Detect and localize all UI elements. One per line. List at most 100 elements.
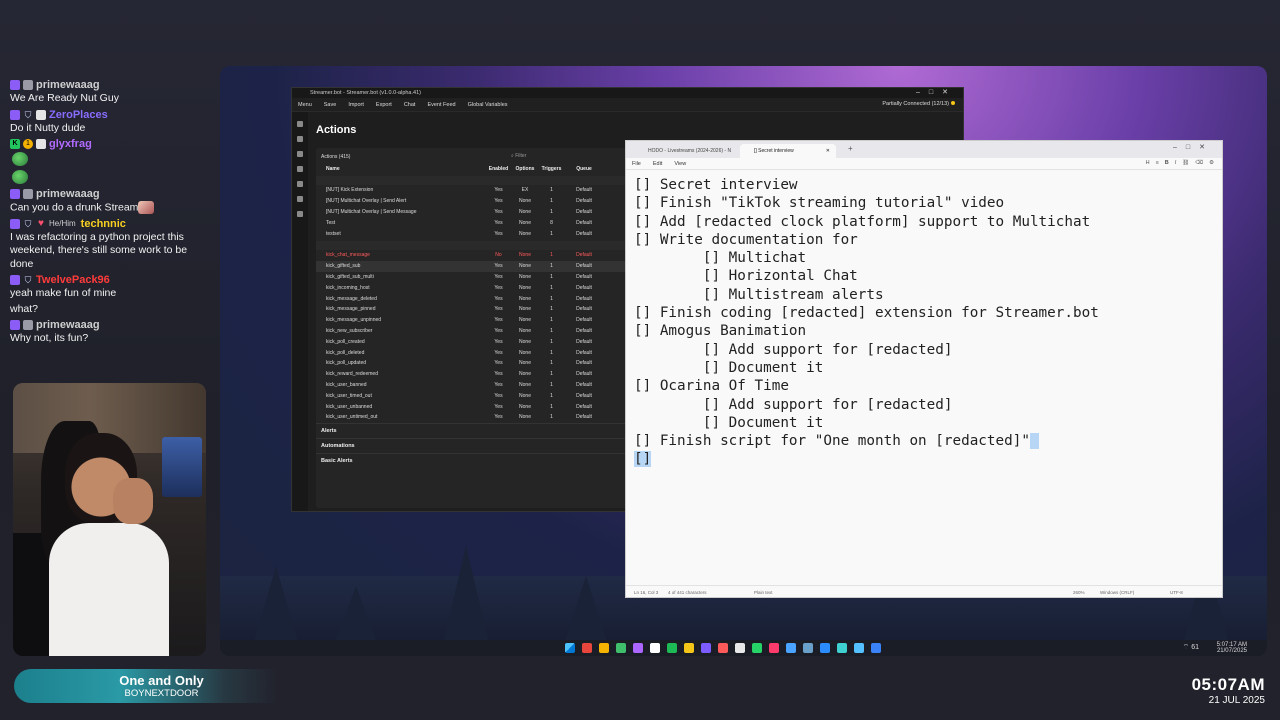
action-enabled: Yes xyxy=(494,381,503,388)
chat-text xyxy=(10,151,210,167)
bold-icon[interactable]: B xyxy=(1165,160,1169,166)
browser-icon[interactable] xyxy=(582,643,592,653)
shield-icon: ⛉ xyxy=(24,218,32,229)
text-line-content: [] Finish "TikTok streaming tutorial" vi… xyxy=(634,195,1005,212)
action-options: None xyxy=(519,403,531,410)
menu-edit[interactable]: Edit xyxy=(653,161,662,167)
menu-file[interactable]: File xyxy=(632,161,641,167)
text-line-content: [] Horizontal Chat xyxy=(634,268,858,285)
toolbar-menu-button[interactable]: Menu xyxy=(298,102,312,108)
app-icon[interactable] xyxy=(837,643,847,653)
heading-icon[interactable]: H xyxy=(1146,160,1150,166)
integrations-icon[interactable] xyxy=(297,181,303,187)
action-name: kick_message_deleted xyxy=(326,295,377,302)
close-tab-icon[interactable]: ✕ xyxy=(826,144,830,158)
tab-livestreams[interactable]: HODO - Livestreams (2024-2026) - N xyxy=(634,144,739,158)
action-triggers: 1 xyxy=(550,327,553,334)
filter-input[interactable]: ⌕ Filter xyxy=(511,153,621,161)
window-controls[interactable]: –□✕ xyxy=(1173,143,1214,151)
platform-badge-icon xyxy=(23,320,33,331)
chat-message: primewaaag Why not, its fun? xyxy=(10,318,210,346)
actions-icon[interactable] xyxy=(297,136,303,142)
app-icon[interactable] xyxy=(650,643,660,653)
col-queue[interactable]: Queue xyxy=(564,166,604,172)
action-enabled: Yes xyxy=(494,263,503,270)
col-name[interactable]: Name xyxy=(326,166,486,172)
text-line: [] Document it xyxy=(634,414,1222,432)
action-enabled: Yes xyxy=(494,306,503,313)
action-enabled: Yes xyxy=(494,392,503,399)
file-explorer-icon[interactable] xyxy=(616,643,626,653)
app-icon[interactable] xyxy=(633,643,643,653)
notes-icon[interactable] xyxy=(684,643,694,653)
action-enabled: Yes xyxy=(494,349,503,356)
window-controls[interactable]: –□✕ xyxy=(916,88,957,98)
action-options: None xyxy=(519,349,531,356)
platforms-icon[interactable] xyxy=(297,166,303,172)
link-icon[interactable]: ⛓ xyxy=(1182,160,1189,166)
pepe-emote-icon xyxy=(12,152,28,166)
platform-badge-icon xyxy=(23,189,33,199)
toolbar-save-button[interactable]: Save xyxy=(324,102,337,108)
action-triggers: 1 xyxy=(550,317,553,324)
toolbar-chat-button[interactable]: Chat xyxy=(404,102,416,108)
text-line: [] Multichat xyxy=(634,249,1222,267)
servers-icon[interactable] xyxy=(297,211,303,217)
action-options: None xyxy=(519,252,531,259)
home-icon[interactable] xyxy=(297,121,303,127)
system-clock[interactable]: 5:07:17 AM 21/07/2025 xyxy=(1217,642,1247,654)
menu-view[interactable]: View xyxy=(674,161,686,167)
vscode-icon[interactable] xyxy=(871,643,881,653)
app-icon[interactable] xyxy=(718,643,728,653)
action-queue: Default xyxy=(576,403,592,410)
app-icon[interactable] xyxy=(820,643,830,653)
text-line-content: [] Add [redacted clock platform] support… xyxy=(634,213,1091,230)
chat-message-header: K 1 glyxfrag xyxy=(10,137,210,151)
app-icon[interactable] xyxy=(786,643,796,653)
action-name: kick_gifted_sub_multi xyxy=(326,273,374,280)
discord-icon[interactable] xyxy=(701,643,711,653)
chat-message-header: ⛉ ZeroPlaces xyxy=(10,108,210,122)
notepad-window[interactable]: HODO - Livestreams (2024-2026) - N [] Se… xyxy=(625,140,1223,598)
app-icon[interactable] xyxy=(735,643,745,653)
notepad-statusbar: Ln 16, Col 3 4 of 441 characters Plain t… xyxy=(626,585,1222,597)
new-tab-button[interactable]: + xyxy=(848,144,853,153)
action-triggers: 1 xyxy=(550,198,553,205)
tools-icon[interactable] xyxy=(297,196,303,202)
action-enabled: Yes xyxy=(494,230,503,237)
toolbar-import-button[interactable]: Import xyxy=(348,102,364,108)
toolbar-global-variables-button[interactable]: Global Variables xyxy=(468,102,508,108)
commands-icon[interactable] xyxy=(297,151,303,157)
col-enabled[interactable]: Enabled xyxy=(486,166,511,172)
list-icon[interactable]: ≡ xyxy=(1156,160,1159,166)
col-options[interactable]: Options xyxy=(511,166,539,172)
spotify-icon[interactable] xyxy=(667,643,677,653)
wifi-icon[interactable]: ⌔ 61 xyxy=(1183,643,1199,652)
action-name: [NUT] Kick Extension xyxy=(326,187,374,194)
app-icon[interactable] xyxy=(803,643,813,653)
app-icon[interactable] xyxy=(752,643,762,653)
chat-pronoun: He/Him xyxy=(49,219,76,229)
toolbar-event-feed-button[interactable]: Event Feed xyxy=(427,102,455,108)
notepad-icon[interactable] xyxy=(854,643,864,653)
settings-icon[interactable]: ⚙ xyxy=(1209,160,1214,166)
connection-status[interactable]: Partially Connected (12/13) xyxy=(882,101,955,107)
status-mode: Plain text xyxy=(754,590,773,595)
start-icon[interactable] xyxy=(565,643,575,653)
italic-icon[interactable]: I xyxy=(1175,160,1177,166)
chat-text: I was refactoring a python project this … xyxy=(10,231,210,272)
col-triggers[interactable]: Triggers xyxy=(539,166,564,172)
tab-secret-interview[interactable]: [] Secret interview ✕ xyxy=(740,144,836,158)
chrome-icon[interactable] xyxy=(599,643,609,653)
clear-format-icon[interactable]: ⌫ xyxy=(1195,160,1203,166)
action-enabled: Yes xyxy=(494,208,503,215)
toolbar-export-button[interactable]: Export xyxy=(376,102,392,108)
chat-username: technnic xyxy=(80,217,126,230)
twitch-badge-icon xyxy=(10,218,20,229)
action-name: [NUT] Multichat Overlay | Send Message xyxy=(326,208,417,215)
app-icon[interactable] xyxy=(769,643,779,653)
action-options: None xyxy=(519,371,531,378)
notepad-menubar: File Edit View H ≡ B I ⛓ ⌫ ⚙ xyxy=(626,158,1222,170)
action-queue: Default xyxy=(576,284,592,291)
notepad-editor[interactable]: [] Secret interview [] Finish "TikTok str… xyxy=(626,170,1222,469)
